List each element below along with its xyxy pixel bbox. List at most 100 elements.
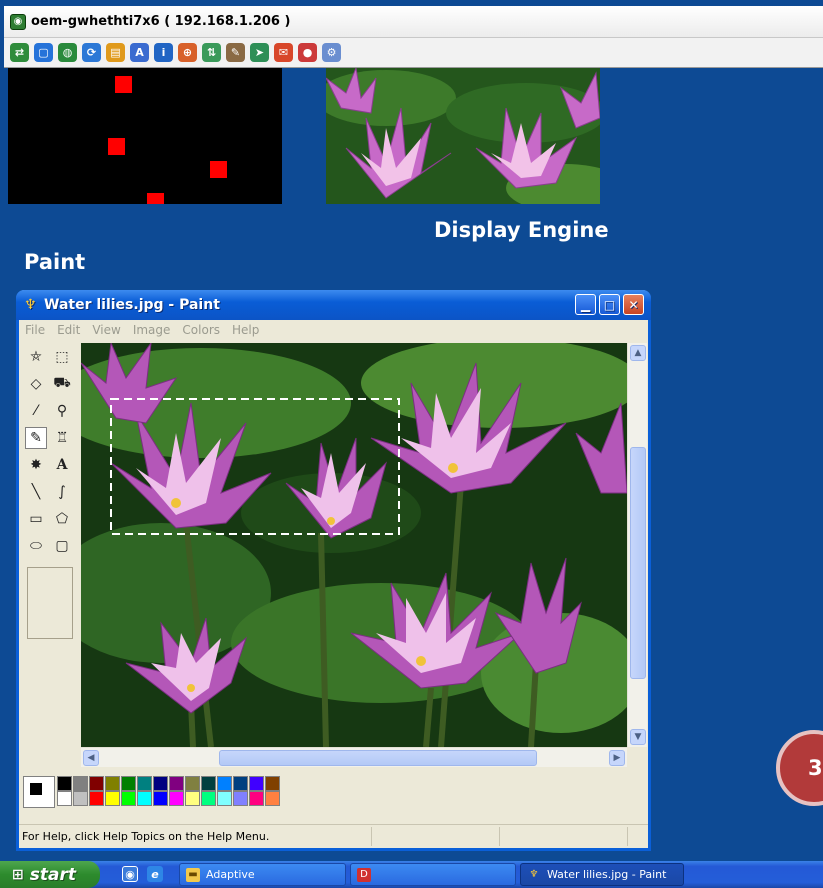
red-square bbox=[115, 76, 132, 93]
text-tool-icon[interactable]: A bbox=[51, 454, 73, 476]
palette-swatch[interactable] bbox=[105, 776, 120, 791]
maximize-button[interactable]: □ bbox=[599, 294, 620, 315]
eraser-icon[interactable]: ◇ bbox=[25, 373, 47, 395]
palette-swatch[interactable] bbox=[265, 776, 280, 791]
water-lily-thumbnail bbox=[326, 68, 600, 204]
scroll-left-button[interactable]: ◀ bbox=[83, 750, 99, 766]
palette-swatch[interactable] bbox=[121, 791, 136, 806]
palette-swatch[interactable] bbox=[233, 776, 248, 791]
palette-swatch[interactable] bbox=[73, 776, 88, 791]
palette-swatch[interactable] bbox=[137, 776, 152, 791]
zoom-icon[interactable]: ⊕ bbox=[178, 43, 197, 62]
palette-swatch[interactable] bbox=[249, 776, 264, 791]
vertical-scroll-thumb[interactable] bbox=[630, 447, 646, 679]
paint-window: ♆ Water lilies.jpg - Paint ▁ □ ✕ File Ed… bbox=[16, 290, 651, 851]
info-icon[interactable]: i bbox=[154, 43, 173, 62]
vertical-scrollbar[interactable]: ▲ ▼ bbox=[627, 343, 647, 747]
menu-help[interactable]: Help bbox=[232, 323, 259, 337]
menu-colors[interactable]: Colors bbox=[182, 323, 220, 337]
current-colors[interactable] bbox=[23, 776, 55, 808]
ellipse-icon[interactable]: ⬭ bbox=[25, 535, 47, 557]
rect-select-icon[interactable]: ⬚ bbox=[51, 346, 73, 368]
close-button[interactable]: ✕ bbox=[623, 294, 644, 315]
palette-swatch[interactable] bbox=[57, 776, 72, 791]
settings-icon[interactable]: ⚙ bbox=[322, 43, 341, 62]
tool-options-box[interactable] bbox=[27, 567, 73, 639]
display-engine-label: Display Engine bbox=[434, 218, 609, 242]
taskbar-item-d[interactable]: D bbox=[350, 863, 516, 886]
menu-file[interactable]: File bbox=[25, 323, 45, 337]
water-lilies-image bbox=[81, 343, 627, 747]
rectangle-icon[interactable]: ▭ bbox=[25, 508, 47, 530]
palette-swatch[interactable] bbox=[217, 776, 232, 791]
palette-swatch[interactable] bbox=[217, 791, 232, 806]
rounded-rect-icon[interactable]: ▢ bbox=[51, 535, 73, 557]
paint-menubar: File Edit View Image Colors Help bbox=[19, 320, 648, 340]
curve-icon[interactable]: ∫ bbox=[51, 481, 73, 503]
palette-swatch[interactable] bbox=[57, 791, 72, 806]
step-badge: 3 bbox=[776, 730, 823, 806]
horizontal-scrollbar[interactable]: ◀ ▶ bbox=[81, 747, 627, 767]
red-square bbox=[210, 161, 227, 178]
taskbar-item-paint[interactable]: ♆ Water lilies.jpg - Paint bbox=[520, 863, 684, 886]
send-icon[interactable]: ➤ bbox=[250, 43, 269, 62]
globe-icon[interactable]: ◍ bbox=[58, 43, 77, 62]
palette-swatch[interactable] bbox=[153, 776, 168, 791]
scroll-down-button[interactable]: ▼ bbox=[630, 729, 646, 745]
palette-swatch[interactable] bbox=[185, 791, 200, 806]
palette-swatch[interactable] bbox=[265, 791, 280, 806]
scroll-right-button[interactable]: ▶ bbox=[609, 750, 625, 766]
palette-swatch[interactable] bbox=[121, 776, 136, 791]
palette-swatch[interactable] bbox=[105, 791, 120, 806]
record-icon[interactable]: ● bbox=[298, 43, 317, 62]
font-icon[interactable]: A bbox=[130, 43, 149, 62]
fullscreen-icon[interactable]: ▢ bbox=[34, 43, 53, 62]
desktop-icon[interactable]: ◉ bbox=[122, 866, 138, 882]
palette-swatch[interactable] bbox=[233, 791, 248, 806]
free-select-icon[interactable]: ⛤ bbox=[25, 346, 47, 368]
status-divider bbox=[371, 827, 372, 846]
airbrush-icon[interactable]: ✸ bbox=[25, 454, 47, 476]
menu-view[interactable]: View bbox=[92, 323, 120, 337]
chat-icon[interactable]: ✉ bbox=[274, 43, 293, 62]
taskbar-item-adaptive[interactable]: ▬ Adaptive bbox=[179, 863, 346, 886]
paint-titlebar[interactable]: ♆ Water lilies.jpg - Paint ▁ □ ✕ bbox=[16, 290, 651, 320]
minimize-button[interactable]: ▁ bbox=[575, 294, 596, 315]
internet-explorer-icon[interactable]: e bbox=[147, 866, 163, 882]
horizontal-scroll-thumb[interactable] bbox=[219, 750, 537, 766]
magnifier-icon[interactable]: ⚲ bbox=[51, 400, 73, 422]
scroll-up-button[interactable]: ▲ bbox=[630, 345, 646, 361]
polygon-icon[interactable]: ⬠ bbox=[51, 508, 73, 530]
paint-toolbox: ⛤ ⬚ ◇ ⛟ ⁄ ⚲ ✎ ♖ ✸ A ╲ ∫ ▭ ⬠ ⬭ ▢ bbox=[19, 342, 81, 766]
palette-swatch[interactable] bbox=[201, 776, 216, 791]
palette-swatch[interactable] bbox=[169, 776, 184, 791]
paint-taskbar-icon: ♆ bbox=[529, 869, 539, 880]
palette-swatch[interactable] bbox=[185, 776, 200, 791]
paint-canvas[interactable] bbox=[81, 343, 627, 747]
palette-swatch[interactable] bbox=[169, 791, 184, 806]
foreground-color[interactable] bbox=[29, 782, 43, 796]
palette-swatch[interactable] bbox=[249, 791, 264, 806]
transfer-icon[interactable]: ⇅ bbox=[202, 43, 221, 62]
palette-swatch[interactable] bbox=[73, 791, 88, 806]
clipboard-icon[interactable]: ▤ bbox=[106, 43, 125, 62]
palette-swatch[interactable] bbox=[137, 791, 152, 806]
folder-icon: ▬ bbox=[186, 867, 200, 882]
brush-icon[interactable]: ♖ bbox=[51, 427, 73, 449]
menu-edit[interactable]: Edit bbox=[57, 323, 80, 337]
fill-icon[interactable]: ⛟ bbox=[51, 373, 73, 395]
start-label: start bbox=[29, 864, 76, 885]
start-button[interactable]: ⊞ start bbox=[0, 861, 100, 888]
menu-image[interactable]: Image bbox=[133, 323, 171, 337]
connection-options-icon[interactable]: ⇄ bbox=[10, 43, 29, 62]
palette-swatch[interactable] bbox=[201, 791, 216, 806]
tools-icon[interactable]: ✎ bbox=[226, 43, 245, 62]
palette-swatch[interactable] bbox=[89, 791, 104, 806]
palette-swatch[interactable] bbox=[89, 776, 104, 791]
palette-swatch[interactable] bbox=[153, 791, 168, 806]
color-picker-icon[interactable]: ⁄ bbox=[25, 400, 47, 422]
pencil-icon[interactable]: ✎ bbox=[25, 427, 47, 449]
line-icon[interactable]: ╲ bbox=[25, 481, 47, 503]
status-divider bbox=[627, 827, 628, 846]
refresh-icon[interactable]: ⟳ bbox=[82, 43, 101, 62]
